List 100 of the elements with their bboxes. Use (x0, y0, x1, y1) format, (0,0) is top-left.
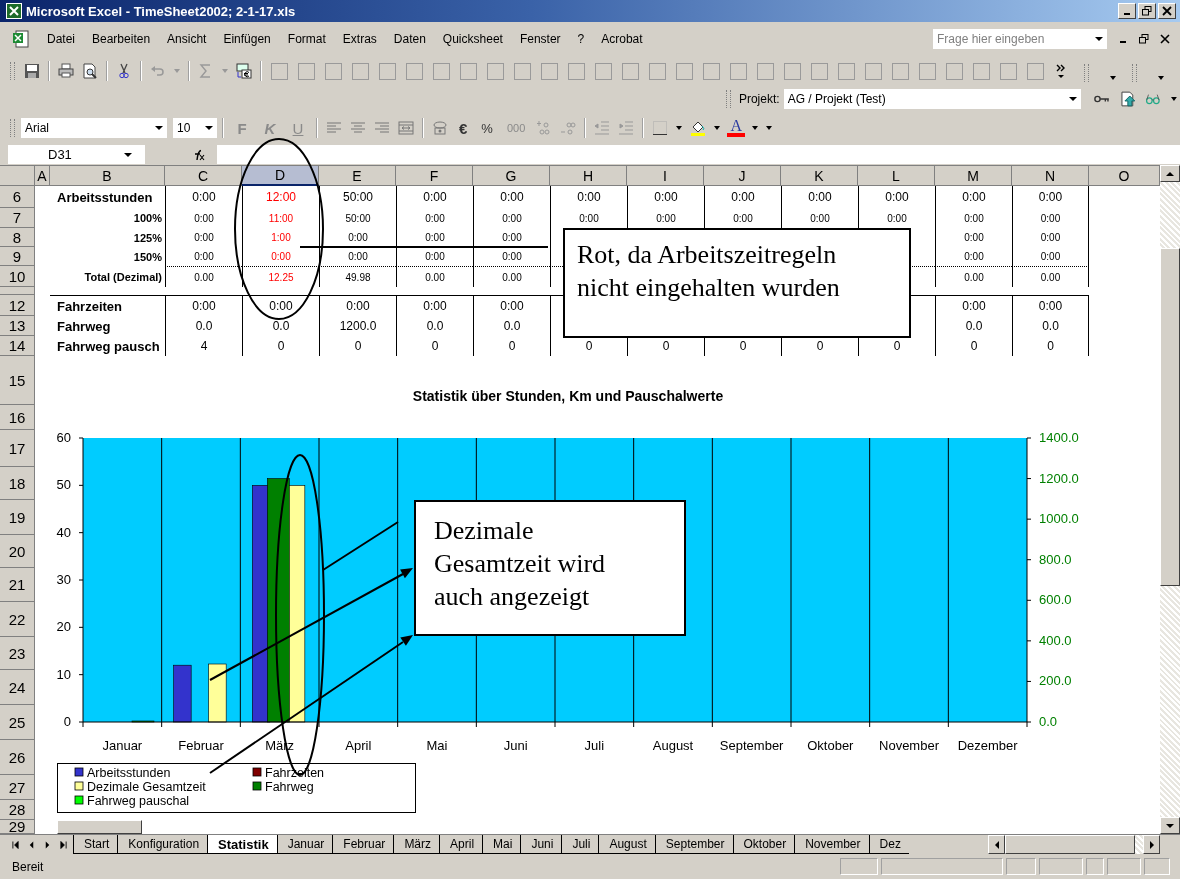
table-cell: 0:00 (242, 247, 319, 266)
row-label: Fahrweg (56, 317, 112, 336)
table-cell: 49.98 (319, 266, 396, 287)
table-cell: 0:00 (704, 186, 781, 208)
table-cell: 0 (319, 336, 396, 356)
table-cell: 0:00 (473, 208, 550, 228)
table-cell: 0:00 (1012, 247, 1089, 266)
row-label: 125% (132, 230, 163, 246)
tick-label: 800.0 (1039, 551, 1072, 567)
table-cell: 4 (165, 336, 242, 356)
table-cell: 0.0 (396, 316, 473, 336)
table-cell: 0:00 (935, 208, 1012, 228)
tick-label: 10 (56, 666, 71, 682)
table-cell: 0:00 (473, 247, 550, 266)
table-cell: 0:00 (1012, 186, 1089, 208)
tick-label: 600.0 (1039, 592, 1072, 608)
annotation-text-box: Dezimale Gesamtzeit wird auch angezeigt (414, 500, 686, 636)
table-cell: 0:00 (781, 186, 858, 208)
table-cell: 0:00 (1012, 228, 1089, 247)
category-label: Oktober (807, 738, 854, 753)
category-label: Juni (503, 738, 528, 753)
window-title: Microsoft Excel - TimeSheet2002; 2-1-17.xls (26, 3, 296, 19)
tick-label: 20 (56, 619, 71, 635)
tick-label: 60 (56, 430, 71, 445)
tick-label: 40 (56, 524, 71, 540)
row-label: 150% (132, 249, 163, 265)
table-cell: 0:00 (165, 186, 242, 208)
table-cell: 0:00 (396, 228, 473, 247)
tick-label: 200.0 (1039, 673, 1072, 689)
table-cell: 0:00 (935, 186, 1012, 208)
table-cell: 0:00 (858, 186, 935, 208)
table-cell: 0:00 (165, 295, 242, 316)
table-cell: 0:00 (1012, 208, 1089, 228)
table-cell: 0:00 (935, 295, 1012, 316)
table-cell: 12.25 (242, 266, 319, 287)
table-cell: 0.00 (473, 266, 550, 287)
tick-label: 400.0 (1039, 632, 1072, 648)
table-cell: 1200.0 (319, 316, 396, 336)
table-cell: 0.00 (935, 266, 1012, 287)
category-label: Juli (584, 738, 605, 753)
legend-label: Fahrzeiten (265, 766, 325, 780)
row-label: Arbeitsstunden (56, 188, 154, 207)
row-label: Fahrweg pausch (56, 337, 161, 356)
table-cell: 0:00 (319, 228, 396, 247)
legend-label: Dezimale Gesamtzeit (87, 780, 206, 794)
table-cell: 0 (242, 336, 319, 356)
legend-label: Fahrweg pauschal (87, 794, 190, 808)
table-cell: 0:00 (165, 247, 242, 266)
row-label: Fahrzeiten (50, 295, 165, 316)
category-label: September (719, 738, 784, 753)
row-label: 100% (132, 211, 163, 226)
table-cell: 0:00 (319, 247, 396, 266)
table-cell: 0:00 (1012, 295, 1089, 316)
table-cell: 0:00 (396, 208, 473, 228)
table-cell: 0:00 (473, 228, 550, 247)
table-cell: 0.0 (165, 316, 242, 336)
table-cell: 0:00 (396, 186, 473, 208)
tick-label: 1400.0 (1039, 430, 1079, 445)
tick-label: 1200.0 (1039, 470, 1079, 486)
table-cell: 0 (1012, 336, 1089, 356)
legend-label: Fahrweg (265, 780, 314, 794)
category-label: April (345, 738, 372, 753)
table-cell: 0 (396, 336, 473, 356)
tick-label: 50 (56, 477, 71, 493)
table-cell: 0:00 (319, 295, 396, 316)
table-cell: 0.00 (396, 266, 473, 287)
table-cell: 0:00 (396, 295, 473, 316)
row-label: Total (Dezimal) (83, 269, 163, 285)
table-cell: 11:00 (242, 208, 319, 228)
table-cell: 0.00 (1012, 266, 1089, 287)
table-cell: 0:00 (473, 186, 550, 208)
tick-label: 0 (63, 714, 71, 729)
tick-label: 0.0 (1039, 714, 1058, 729)
table-cell: 0:00 (627, 186, 704, 208)
table-cell: 0 (935, 336, 1012, 356)
category-label: August (652, 738, 694, 753)
table-cell: 0.0 (242, 316, 319, 336)
table-cell: 0.0 (1012, 316, 1089, 336)
table-cell: 0:00 (396, 247, 473, 266)
table-cell: 50:00 (319, 186, 396, 208)
category-label: Januar (102, 738, 143, 753)
category-label: Dezember (957, 738, 1018, 753)
table-cell: 0:00 (473, 295, 550, 316)
table-cell: 50:00 (319, 208, 396, 228)
table-cell: 0:00 (935, 228, 1012, 247)
table-cell: 0 (473, 336, 550, 356)
legend-label: Arbeitsstunden (87, 766, 171, 780)
table-cell: 0:00 (550, 186, 627, 208)
project-label: Projekt: (738, 92, 780, 106)
category-label: Mai (426, 738, 448, 753)
annotation-text-box: Rot, da Arbeitszeitregeln nicht eingehalten wurden (563, 228, 911, 338)
table-cell: 0:00 (165, 228, 242, 247)
table-cell: 0.00 (165, 266, 242, 287)
table-cell: 1:00 (242, 228, 319, 247)
status-text: Bereit (12, 859, 44, 874)
chart-title: Statistik über Stunden, Km und Pauschalwerte (412, 388, 724, 404)
category-label: November (879, 738, 939, 753)
table-cell: 12:00 (242, 186, 319, 208)
tick-label: 30 (56, 572, 71, 587)
table-cell: 0:00 (935, 247, 1012, 266)
